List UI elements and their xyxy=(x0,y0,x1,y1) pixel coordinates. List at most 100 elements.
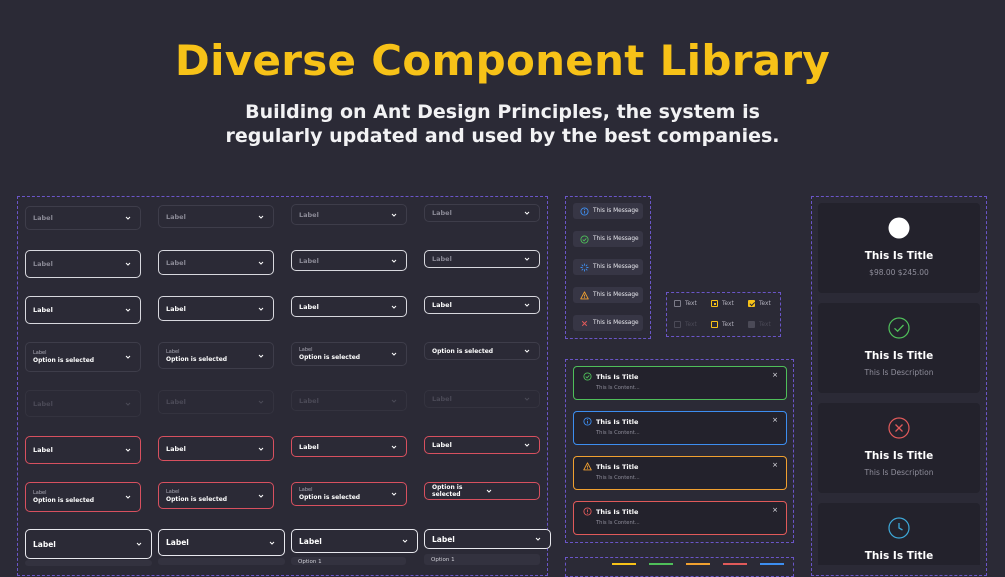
select-open[interactable]: Label xyxy=(424,529,551,549)
select-label: Label xyxy=(432,301,452,309)
select-ghost[interactable]: Label xyxy=(25,206,141,230)
select-hover[interactable]: Label xyxy=(158,250,274,275)
select-hover[interactable]: Label xyxy=(291,250,407,271)
select-label: Label xyxy=(33,399,53,408)
card-description: This Is Description xyxy=(864,468,934,477)
select-label: Label xyxy=(299,536,322,546)
select-error[interactable]: Label xyxy=(158,436,274,461)
select-label: Label xyxy=(166,258,186,267)
select-value: Option is selected xyxy=(299,494,361,501)
select-focused[interactable]: Label xyxy=(424,296,540,314)
select-label: Label xyxy=(432,209,452,217)
success-icon xyxy=(583,372,592,381)
select-label: Label xyxy=(166,212,186,221)
select-error[interactable]: Label xyxy=(424,436,540,454)
message-info: This is Message xyxy=(573,203,643,219)
chevron-down-icon xyxy=(124,353,132,361)
select-hover[interactable]: Label xyxy=(424,250,540,268)
chevron-down-icon xyxy=(257,492,265,500)
select-label: Label xyxy=(166,304,186,313)
checkbox-default[interactable]: Text xyxy=(674,300,697,307)
close-icon[interactable]: × xyxy=(772,506,778,514)
close-icon[interactable]: × xyxy=(772,371,778,379)
select-ghost[interactable]: Label xyxy=(158,205,274,228)
select-small-label: Label xyxy=(33,350,47,356)
chevron-down-icon xyxy=(257,445,265,453)
alert-content: This Is Content... xyxy=(596,385,640,391)
checkbox-focused[interactable]: Text xyxy=(711,321,734,328)
chevron-down-icon xyxy=(257,398,265,406)
hero-subtitle: Building on Ant Design Principles, the s… xyxy=(0,100,1005,148)
bottom-frame xyxy=(565,557,794,577)
select-error[interactable]: Label xyxy=(25,436,141,464)
chevron-down-icon xyxy=(124,306,132,314)
close-icon[interactable]: × xyxy=(772,461,778,469)
select-focused[interactable]: Label xyxy=(25,296,141,324)
select-label: Label xyxy=(299,396,319,405)
checkbox-checked[interactable]: Text xyxy=(748,300,771,307)
error-icon xyxy=(583,507,592,516)
select-label: Label xyxy=(299,442,319,451)
checkbox-label: Text xyxy=(722,321,734,328)
chevron-down-icon xyxy=(124,446,132,454)
select-ghost[interactable]: Label xyxy=(291,204,407,225)
select-error-with-value[interactable]: Label Option is selected xyxy=(158,482,274,509)
chevron-down-icon xyxy=(390,303,398,311)
message-error: This is Message xyxy=(573,315,643,331)
dropdown-menu: Option 1 xyxy=(424,554,540,565)
chevron-down-icon xyxy=(523,255,531,263)
checkbox-box[interactable] xyxy=(674,300,681,307)
select-small-label: Label xyxy=(33,490,47,496)
select-small-label: Label xyxy=(166,488,180,495)
dropdown-option[interactable]: Option 1 xyxy=(298,559,322,565)
select-with-value[interactable]: Label Option is selected xyxy=(25,342,141,372)
close-icon[interactable]: × xyxy=(772,416,778,424)
select-hover[interactable]: Label xyxy=(25,250,141,278)
select-open[interactable]: Label xyxy=(25,529,152,559)
select-disabled: Label xyxy=(158,390,274,414)
select-error-with-value[interactable]: Label Option is selected xyxy=(25,482,141,512)
select-label: Label xyxy=(299,256,319,265)
chevron-down-icon xyxy=(523,209,531,217)
card-title: This Is Title xyxy=(864,350,934,362)
alert-content: This Is Content... xyxy=(596,520,640,526)
select-label: Label xyxy=(166,398,186,406)
select-label: Label xyxy=(33,446,53,454)
checkbox-box[interactable] xyxy=(711,321,718,328)
select-open[interactable]: Label xyxy=(291,529,418,553)
alert-title: This Is Title xyxy=(596,462,639,471)
select-error[interactable]: Label xyxy=(291,436,407,457)
checkbox-label: Text xyxy=(759,300,771,307)
select-value: Option is selected xyxy=(432,484,463,498)
select-error-with-value[interactable]: Label Option is selected xyxy=(291,482,407,506)
alert-error: This Is Title This Is Content... × xyxy=(573,501,787,535)
select-value: Option is selected xyxy=(166,495,228,503)
select-ghost[interactable]: Label xyxy=(424,204,540,222)
dropdown-menu: Option 1 xyxy=(291,557,406,565)
select-label: Label xyxy=(432,255,452,263)
select-label: Label xyxy=(432,534,455,544)
select-value: Option is selected xyxy=(33,357,95,364)
select-with-value[interactable]: Label Option is selected xyxy=(158,342,274,369)
dropdown-option[interactable]: Option 1 xyxy=(431,557,455,563)
chevron-down-icon xyxy=(124,493,132,501)
select-disabled: Label xyxy=(291,390,407,411)
select-focused[interactable]: Label xyxy=(291,296,407,317)
select-with-value[interactable]: Option is selected xyxy=(424,342,540,360)
alert-content: This Is Content... xyxy=(596,475,640,481)
select-with-value[interactable]: Label Option is selected xyxy=(291,342,407,366)
chevron-down-icon xyxy=(523,395,531,403)
card-title: This Is Title xyxy=(864,550,934,562)
avatar-circle-icon xyxy=(888,217,910,239)
checkbox-box[interactable] xyxy=(748,300,755,307)
chevron-down-icon xyxy=(523,347,531,355)
checkbox-indeterminate[interactable]: Text xyxy=(711,300,734,307)
checkbox-box[interactable] xyxy=(711,300,718,307)
select-open[interactable]: Label xyxy=(158,529,285,556)
select-focused[interactable]: Label xyxy=(158,296,274,321)
checkbox-label: Text xyxy=(685,300,697,307)
select-error-with-value[interactable]: Option is selected xyxy=(424,482,540,500)
error-circle-icon xyxy=(888,417,910,439)
hero-subtitle-line-1: Building on Ant Design Principles, the s… xyxy=(245,101,760,123)
card-description: $98.00 $245.00 xyxy=(869,268,929,277)
